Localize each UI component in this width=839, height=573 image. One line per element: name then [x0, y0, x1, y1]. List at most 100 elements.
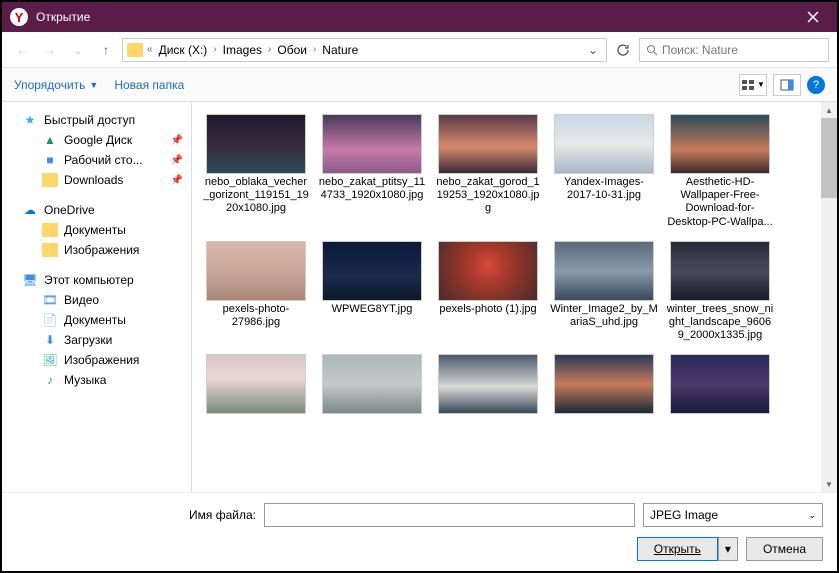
sidebar-gdrive[interactable]: ▲ Google Диск 📌	[2, 130, 191, 150]
window-title: Открытие	[36, 10, 793, 24]
scrollbar[interactable]: ▲ ▼	[821, 102, 837, 492]
scroll-down[interactable]: ▼	[821, 476, 837, 492]
crumb-oboi[interactable]: Обои	[275, 43, 309, 57]
file-item[interactable]: nebo_oblaka_vecher_gorizont_119151_1920x…	[200, 112, 312, 231]
refresh-button[interactable]	[611, 38, 635, 62]
pin-icon: 📌	[171, 175, 183, 186]
file-item[interactable]: WPWEG8YT.jpg	[316, 239, 428, 345]
filetype-select[interactable]: JPEG Image ⌄	[643, 503, 823, 527]
sidebar-desktop[interactable]: ■ Рабочий сто... 📌	[2, 150, 191, 170]
thumbnail	[206, 114, 306, 174]
pic-icon: 🖼	[42, 353, 58, 367]
onedrive-icon: ☁	[22, 203, 38, 217]
crumb-images[interactable]: Images	[221, 43, 264, 57]
filename-input[interactable]	[264, 503, 635, 527]
folder-icon	[127, 43, 143, 57]
file-item[interactable]: winter_trees_snow_night_landscape_96069_…	[664, 239, 776, 345]
chevron-down-icon: ⌄	[808, 510, 816, 521]
file-name: WPWEG8YT.jpg	[332, 303, 413, 316]
scroll-thumb[interactable]	[821, 118, 837, 198]
thumbnail	[554, 354, 654, 414]
close-button[interactable]	[793, 2, 833, 32]
body: ★ Быстрый доступ ▲ Google Диск 📌 ■ Рабоч…	[2, 102, 837, 492]
sidebar-onedrive[interactable]: ☁ OneDrive	[2, 200, 191, 220]
file-name: Yandex-Images-2017-10-31.jpg	[550, 176, 658, 202]
folder-icon	[42, 223, 58, 237]
thumbnail	[670, 354, 770, 414]
breadcrumb[interactable]: « Диск (X:) › Images › Обои › Nature ⌄	[122, 38, 607, 62]
thumbnail	[670, 241, 770, 301]
open-dialog: Y Открытие ← → ⌄ ↑ « Диск (X:) › Images …	[0, 0, 839, 573]
cancel-button[interactable]: Отмена	[746, 537, 823, 561]
sidebar: ★ Быстрый доступ ▲ Google Диск 📌 ■ Рабоч…	[2, 102, 192, 492]
pin-icon: 📌	[171, 155, 183, 166]
thumbnail	[206, 241, 306, 301]
organize-menu[interactable]: Упорядочить▼	[14, 78, 98, 92]
breadcrumb-expand[interactable]: ⌄	[584, 43, 602, 57]
sidebar-music[interactable]: ♪ Музыка	[2, 370, 191, 390]
file-item[interactable]: pexels-photo (1).jpg	[432, 239, 544, 345]
thumbnail	[554, 241, 654, 301]
view-mode-button[interactable]: ▼	[739, 74, 767, 96]
sidebar-pics[interactable]: 🖼 Изображения	[2, 350, 191, 370]
download-icon: ⬇	[42, 333, 58, 347]
file-item[interactable]: pexels-photo-27986.jpg	[200, 239, 312, 345]
file-item[interactable]: Aesthetic-HD-Wallpaper-Free-Download-for…	[664, 112, 776, 231]
file-item[interactable]: nebo_zakat_gorod_119253_1920x1080.jpg	[432, 112, 544, 231]
file-item[interactable]: Yandex-Images-2017-10-31.jpg	[548, 112, 660, 231]
search-input[interactable]: Поиск: Nature	[639, 38, 829, 62]
file-item[interactable]	[200, 352, 312, 418]
sidebar-dl[interactable]: ⬇ Загрузки	[2, 330, 191, 350]
help-button[interactable]: ?	[807, 76, 825, 94]
new-folder-button[interactable]: Новая папка	[114, 78, 184, 92]
scroll-track[interactable]	[821, 118, 837, 476]
thumbnail	[322, 354, 422, 414]
file-name: pexels-photo (1).jpg	[439, 303, 536, 316]
thumbnail	[438, 354, 538, 414]
pc-icon: 🖥	[22, 273, 38, 287]
sidebar-docs[interactable]: 📄 Документы	[2, 310, 191, 330]
doc-icon: 📄	[42, 313, 58, 327]
file-item[interactable]	[548, 352, 660, 418]
filename-label: Имя файла:	[16, 508, 256, 522]
crumb-nature[interactable]: Nature	[320, 43, 360, 57]
sidebar-od-pics[interactable]: Изображения	[2, 240, 191, 260]
thumbnail	[322, 114, 422, 174]
open-dropdown[interactable]: ▾	[718, 537, 738, 561]
crumb-drive[interactable]: Диск (X:)	[157, 43, 210, 57]
toolbar: Упорядочить▼ Новая папка ▼ ?	[2, 68, 837, 102]
scroll-up[interactable]: ▲	[821, 102, 837, 118]
pin-icon: 📌	[171, 135, 183, 146]
forward-button[interactable]: →	[38, 38, 62, 62]
file-name: Aesthetic-HD-Wallpaper-Free-Download-for…	[666, 176, 774, 229]
thumbnail	[554, 114, 654, 174]
thumbnail	[206, 354, 306, 414]
back-button[interactable]: ←	[10, 38, 34, 62]
file-item[interactable]	[316, 352, 428, 418]
sidebar-od-docs[interactable]: Документы	[2, 220, 191, 240]
thumbnail	[670, 114, 770, 174]
titlebar: Y Открытие	[2, 2, 837, 32]
preview-pane-button[interactable]	[773, 74, 801, 96]
file-name: Winter_Image2_by_MariaS_uhd.jpg	[550, 303, 658, 329]
sidebar-downloads[interactable]: Downloads 📌	[2, 170, 191, 190]
up-button[interactable]: ↑	[94, 38, 118, 62]
file-item[interactable]	[432, 352, 544, 418]
file-name: nebo_zakat_gorod_119253_1920x1080.jpg	[434, 176, 542, 216]
file-item[interactable]: nebo_zakat_ptitsy_114733_1920x1080.jpg	[316, 112, 428, 231]
footer: Имя файла: JPEG Image ⌄ Открыть ▾ Отмена	[2, 492, 837, 571]
recent-dropdown[interactable]: ⌄	[66, 38, 90, 62]
thumbnail	[438, 114, 538, 174]
thumbnail	[438, 241, 538, 301]
file-item[interactable]	[664, 352, 776, 418]
sidebar-video[interactable]: 🎞 Видео	[2, 290, 191, 310]
sidebar-quickaccess[interactable]: ★ Быстрый доступ	[2, 110, 191, 130]
star-icon: ★	[22, 113, 38, 127]
open-button[interactable]: Открыть	[637, 537, 718, 561]
thumbnail	[322, 241, 422, 301]
file-item[interactable]: Winter_Image2_by_MariaS_uhd.jpg	[548, 239, 660, 345]
sidebar-thispc[interactable]: 🖥 Этот компьютер	[2, 270, 191, 290]
file-name: winter_trees_snow_night_landscape_96069_…	[666, 303, 774, 343]
navbar: ← → ⌄ ↑ « Диск (X:) › Images › Обои › Na…	[2, 32, 837, 68]
file-grid: nebo_oblaka_vecher_gorizont_119151_1920x…	[192, 102, 821, 492]
